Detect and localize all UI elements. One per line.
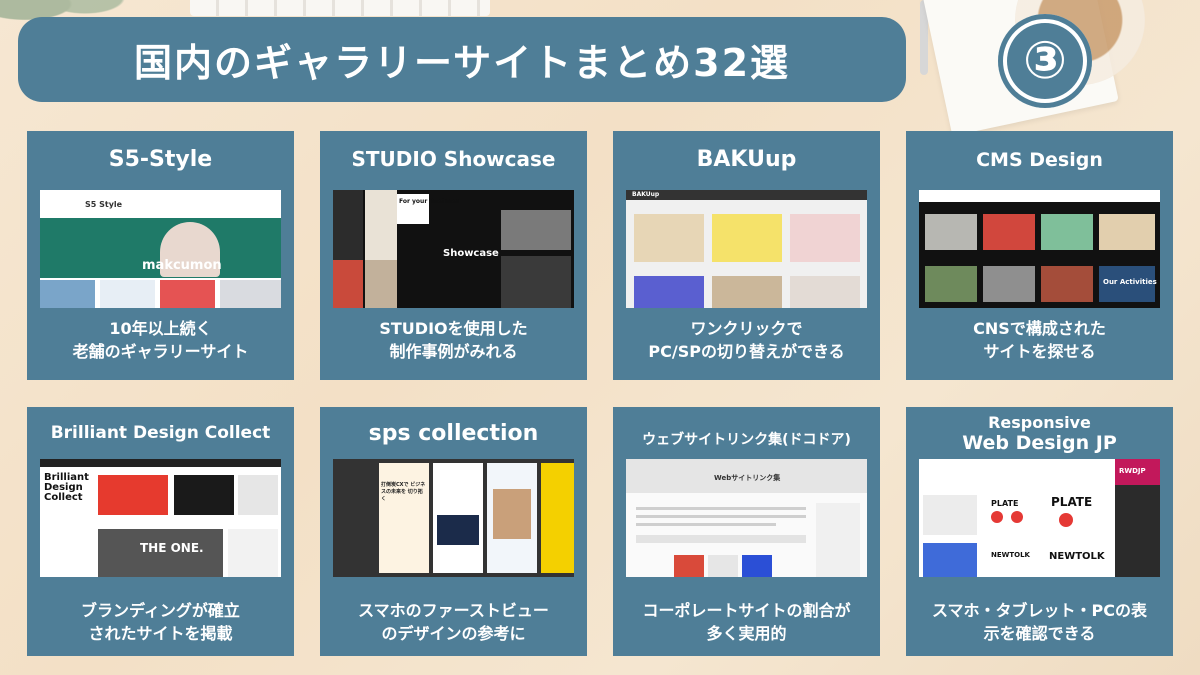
page-title: 国内のギャラリーサイトまとめ32選 [133,41,791,85]
card-title: Responsive Web Design JP [962,413,1117,454]
card-description: スマホのファーストビュー のデザインの参考に [358,601,549,643]
title-banner: 国内のギャラリーサイトまとめ32選 [18,17,906,102]
site-screenshot: Brilliant Design Collect THE ONE. [40,459,281,577]
card-responsive-web-design-jp[interactable]: Responsive Web Design JP RWDJP PLATE PLA… [906,407,1173,656]
card-title: STUDIO Showcase [351,147,556,171]
site-screenshot: 打倒炭CXで ビジネスの未来を 切り拓く [333,459,574,577]
card-description: スマホ・タブレット・PCの表 示を確認できる [932,601,1147,643]
card-website-link-collection[interactable]: ウェブサイトリンク集(ドコドア) Webサイトリンク集 コーポレートサイトの割合… [613,407,880,656]
card-brilliant-design-collect[interactable]: Brilliant Design Collect Brilliant Desig… [27,407,294,656]
card-sps-collection[interactable]: sps collection 打倒炭CXで ビジネスの未来を 切り拓く スマホの… [320,407,587,656]
card-description: CNSで構成された サイトを探せる [973,319,1106,361]
card-title: ウェブサイトリンク集(ドコドア) [642,432,851,448]
card-title: BAKUup [696,147,797,172]
number-badge: ③ [998,14,1092,108]
card-description: STUDIOを使用した 制作事例がみれる [379,319,528,361]
site-screenshot: RWDJP PLATE PLATE NEWTOLK NEWTOLK [919,459,1160,577]
site-screenshot: Our Activities [919,190,1160,308]
site-screenshot: BAKUup [626,190,867,308]
card-studio-showcase[interactable]: STUDIO Showcase For your Business Showca… [320,131,587,380]
keyboard-decoration [190,0,490,16]
card-description: ワンクリックで PC/SPの切り替えができる [648,319,845,361]
site-screenshot: Webサイトリンク集 [626,459,867,577]
card-description: ブランディングが確立 されたサイトを掲載 [81,601,240,643]
badge-number: ③ [1022,31,1068,91]
card-title: CMS Design [976,149,1103,171]
card-s5-style[interactable]: S5-Style S5 Style makcumon 10年以上続く 老舗のギャ… [27,131,294,380]
card-cms-design[interactable]: CMS Design Our Activities CNSで構成された サイトを… [906,131,1173,380]
card-title: sps collection [368,421,539,446]
card-description: コーポレートサイトの割合が 多く実用的 [642,601,851,643]
card-title: Brilliant Design Collect [50,423,271,443]
site-screenshot: S5 Style makcumon [40,190,281,308]
site-screenshot: For your Business Showcase [333,190,574,308]
card-title: S5-Style [108,147,213,172]
card-description: 10年以上続く 老舗のギャラリーサイト [72,319,249,361]
card-bakuup[interactable]: BAKUup BAKUup ワンクリックで PC/SPの切り替えができる [613,131,880,380]
